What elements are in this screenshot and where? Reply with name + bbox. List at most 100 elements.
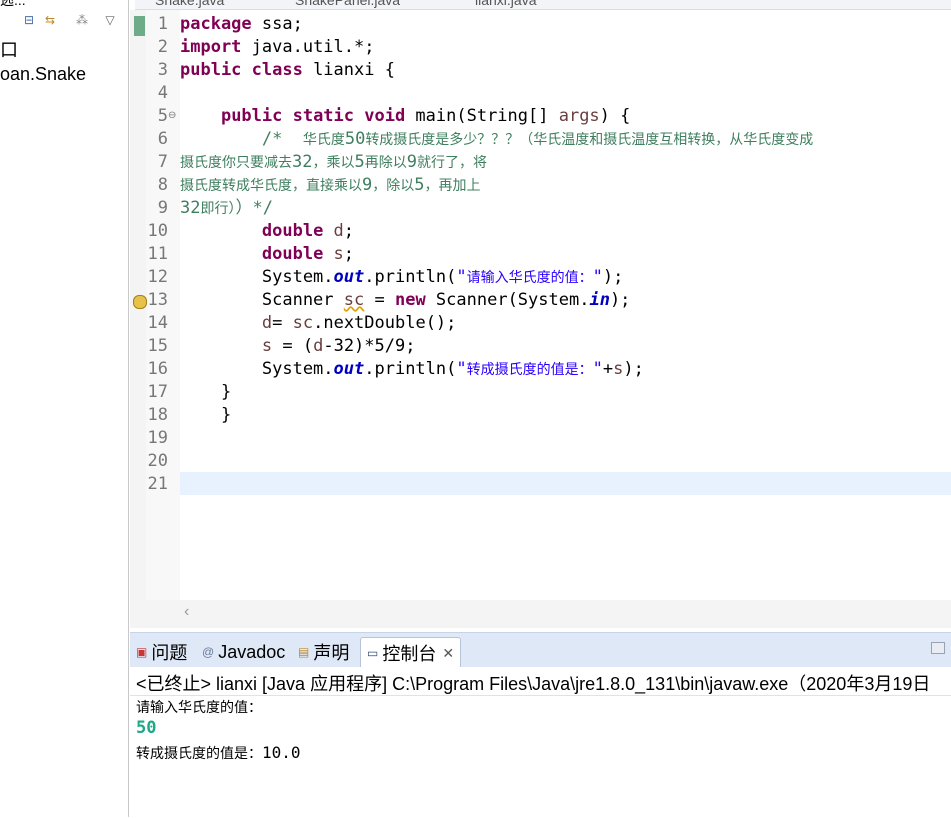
- string-quote: ": [456, 359, 467, 379]
- code-editor[interactable]: 1 2 3 4 5 ⊖ 6 7 8 9 10 11 12 13 14 15 16…: [130, 10, 951, 630]
- tab-declaration[interactable]: ▤ 声明: [298, 639, 349, 665]
- comment: 32: [292, 152, 313, 172]
- code-text: ) {: [599, 106, 631, 126]
- console-view: ▣ 问题 @ Javadoc ▤ 声明 ▭ 控制台 ✕ <已终止> lianxi [Jav…: [130, 632, 951, 818]
- line-number: 14: [147, 313, 168, 333]
- code-line: package ssa;: [180, 13, 303, 36]
- console-user-input: 50: [136, 718, 157, 738]
- tab-lianxi[interactable]: lianxi.java: [475, 0, 536, 8]
- tab-snake[interactable]: Snake.java: [155, 0, 224, 8]
- view-menu-icon[interactable]: ▽: [102, 12, 118, 28]
- comment: ，乘以: [312, 155, 355, 171]
- code-text: );: [602, 267, 624, 287]
- comment: 转成摄氏度是多少？？？（华氏温度和摄氏温度互相转换，从华氏度变成: [365, 132, 814, 148]
- problems-icon: ▣: [136, 645, 148, 659]
- tree-item[interactable]: 口: [0, 36, 18, 62]
- code-text: ;: [343, 221, 355, 241]
- code-line: d= sc.nextDouble();: [180, 312, 457, 335]
- keyword: public class: [180, 60, 303, 80]
- code-line: }: [180, 382, 232, 402]
- warning-icon[interactable]: [133, 295, 147, 309]
- result-label: 转成摄氏度的值是：: [136, 746, 262, 762]
- code-text: System.: [180, 359, 334, 379]
- console-status-text: <已终止> lianxi [Java 应用程序] C:\Program File…: [136, 674, 931, 694]
- string-literal: 请输入华氏度的值：: [466, 270, 593, 286]
- keyword: double: [261, 221, 324, 241]
- line-number: 2: [157, 37, 168, 57]
- variable-warning: sc: [343, 290, 365, 310]
- code-text: );: [623, 359, 644, 379]
- tree-item-snake[interactable]: oan.Snake: [0, 64, 86, 85]
- variable: d: [261, 313, 273, 333]
- declaration-icon: ▤: [298, 645, 310, 659]
- line-number: 3: [157, 60, 168, 80]
- link-with-editor-icon[interactable]: ⇆: [42, 12, 58, 28]
- string-quote: ": [456, 267, 467, 287]
- comment: 就行了，将: [416, 155, 487, 171]
- code-text: =: [364, 290, 395, 310]
- comment: 9: [362, 175, 373, 195]
- variable: sc: [292, 313, 314, 333]
- tab-console-label: 控制台: [382, 644, 437, 664]
- bottom-tab-strip: ▣ 问题 @ Javadoc ▤ 声明 ▭ 控制台 ✕: [130, 633, 951, 668]
- tab-problems[interactable]: ▣ 问题: [136, 639, 187, 665]
- fold-collapse-icon[interactable]: ⊖: [168, 110, 176, 121]
- string-quote: ": [592, 267, 603, 287]
- result-value: 10.0: [262, 743, 301, 762]
- code-text: ;: [343, 244, 355, 264]
- line-number: 12: [147, 267, 168, 287]
- ruler-marker: [134, 16, 145, 36]
- keyword: public static void: [220, 106, 406, 126]
- static-field: in: [589, 290, 610, 310]
- focus-icon[interactable]: ⁂: [74, 12, 90, 28]
- tab-problems-label: 问题: [151, 643, 188, 663]
- code-text: java.util.*;: [241, 37, 375, 57]
- code-line: s = (d-32)*5/9;: [180, 335, 416, 358]
- horizontal-scrollbar[interactable]: ‹: [130, 600, 951, 628]
- code-text: Scanner(System.: [425, 290, 590, 310]
- static-field: out: [333, 267, 365, 287]
- code-line: }: [180, 405, 232, 425]
- string-literal: 转成摄氏度的值是：: [466, 362, 593, 378]
- minimize-icon[interactable]: [931, 642, 945, 654]
- comment: ，除以: [372, 178, 415, 194]
- tab-snakepanel[interactable]: SnakePanel.java: [295, 0, 400, 8]
- code-line: import java.util.*;: [180, 36, 374, 59]
- tab-console[interactable]: ▭ 控制台 ✕: [360, 637, 462, 668]
- comment: 5: [414, 175, 425, 195]
- javadoc-icon: @: [202, 645, 215, 659]
- explorer-toolbar: ⊟ ⇆ ⁂ ▽: [0, 0, 128, 34]
- collapse-all-icon[interactable]: ⊟: [21, 12, 37, 28]
- tab-declaration-label: 声明: [313, 643, 350, 663]
- comment: 32: [180, 198, 201, 218]
- code-text: .nextDouble();: [313, 313, 457, 333]
- line-number: 7: [157, 152, 168, 172]
- line-number: 9: [157, 198, 168, 218]
- code-line: double d;: [180, 220, 354, 243]
- comment: /*: [180, 129, 303, 149]
- scroll-left-icon[interactable]: ‹: [184, 603, 189, 621]
- comment: ）*/: [235, 198, 273, 218]
- comment: 9: [406, 152, 417, 172]
- string-quote: ": [592, 359, 603, 379]
- code-text: -32)*5/9;: [323, 336, 416, 356]
- line-number: 21: [147, 474, 168, 494]
- editor-tab-strip: Snake.java SnakePanel.java lianxi.java: [135, 0, 951, 10]
- tab-javadoc[interactable]: @ Javadoc: [202, 639, 285, 665]
- variable: s: [261, 336, 273, 356]
- close-icon[interactable]: ✕: [442, 645, 454, 662]
- code-line: System.out.println("请输入华氏度的值：");: [180, 266, 623, 289]
- code-line: public class lianxi {: [180, 59, 395, 82]
- variable: d: [313, 336, 324, 356]
- keyword: import: [180, 37, 242, 57]
- code-text: lianxi {: [302, 60, 395, 80]
- code-text: =: [272, 313, 293, 333]
- line-number: 19: [147, 428, 168, 448]
- line-number: 15: [147, 336, 168, 356]
- comment: ，再加上: [424, 178, 481, 194]
